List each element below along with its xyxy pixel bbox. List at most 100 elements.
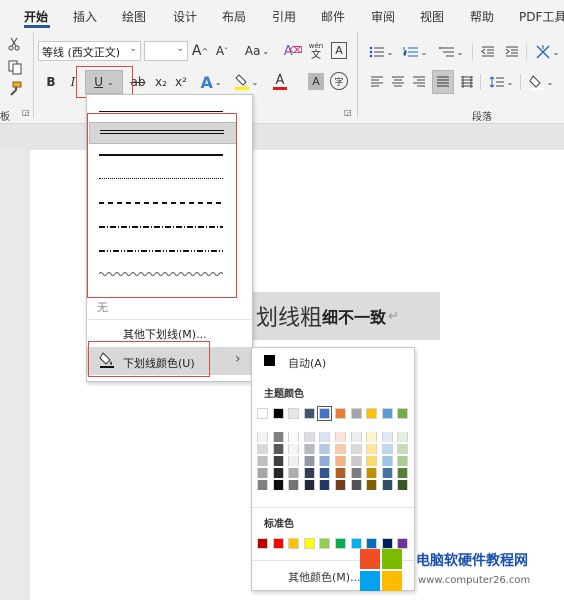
theme-shade-swatch[interactable] [335,480,346,490]
phonetic-guide-button[interactable]: wén 文 [306,38,326,64]
font-size-combo[interactable]: ⌄ [144,41,188,61]
theme-shade-swatch[interactable] [288,432,300,442]
theme-shade-swatch[interactable] [350,480,362,490]
numbering-button[interactable]: ⌄ [400,42,430,62]
standard-color-swatch[interactable] [272,538,284,549]
theme-shade-swatch[interactable] [257,480,268,490]
superscript-button[interactable]: x² [172,72,190,92]
theme-shade-swatch[interactable] [303,444,315,454]
theme-shade-swatch[interactable] [397,468,409,478]
theme-shade-swatch[interactable] [381,432,393,442]
theme-shade-swatch[interactable] [272,444,284,454]
theme-shade-swatch[interactable] [319,456,331,466]
underline-none-item[interactable]: 无 [87,295,252,319]
tab-mailings[interactable]: 邮件 [321,8,345,25]
tab-references[interactable]: 引用 [272,8,296,25]
theme-shade-swatch[interactable] [381,468,393,478]
bullets-button[interactable]: ⌄ [366,42,396,62]
theme-color-swatch[interactable] [303,408,315,419]
theme-shade-swatch[interactable] [335,444,346,454]
font-name-combo[interactable]: 等线 (西文正文) ⌄ [38,41,141,61]
clear-formatting-icon[interactable]: A ⌫ [284,41,303,61]
theme-shade-swatch[interactable] [350,456,362,466]
multilevel-list-button[interactable]: ⌄ [436,42,466,62]
line-spacing-button[interactable]: ⌄ [486,72,516,92]
theme-shade-swatch[interactable] [350,468,362,478]
theme-shade-swatch[interactable] [257,432,268,442]
theme-shade-swatch[interactable] [350,444,362,454]
tab-review[interactable]: 审阅 [371,8,395,25]
theme-color-swatch[interactable] [272,408,284,419]
tab-layout[interactable]: 布局 [222,8,246,25]
tab-view[interactable]: 视图 [420,8,444,25]
theme-shade-swatch[interactable] [319,480,331,490]
subscript-button[interactable]: x₂ [152,72,170,92]
theme-color-swatch[interactable] [335,408,346,419]
theme-color-swatch[interactable] [288,408,300,419]
theme-shade-swatch[interactable] [366,456,378,466]
enclose-characters-button[interactable]: 字 [330,72,348,90]
theme-shade-swatch[interactable] [257,468,268,478]
theme-shade-swatch[interactable] [303,456,315,466]
font-color-button[interactable]: A [266,71,294,93]
text-effects-button[interactable]: A ⌄ [198,71,224,93]
align-center-button[interactable] [389,72,407,92]
highlight-button[interactable]: ⌄ [232,71,260,93]
theme-shade-swatch[interactable] [397,444,409,454]
theme-shade-swatch[interactable] [366,468,378,478]
theme-shade-swatch[interactable] [272,480,284,490]
decrease-indent-button[interactable] [478,42,498,62]
standard-color-swatch[interactable] [257,538,268,549]
tab-home[interactable]: 开始 [24,8,48,25]
theme-shade-swatch[interactable] [288,444,300,454]
theme-color-swatch[interactable] [317,406,333,421]
standard-color-swatch[interactable] [319,538,331,549]
clipboard-launcher-icon[interactable]: ◲ [22,108,30,117]
character-shading-button[interactable]: A [308,73,324,90]
theme-color-swatch[interactable] [257,408,268,419]
standard-color-swatch[interactable] [303,538,315,549]
theme-shade-swatch[interactable] [272,432,284,442]
automatic-color-item[interactable]: 自动(A) [252,350,414,372]
tab-draw[interactable]: 绘图 [122,8,146,25]
font-launcher-icon[interactable]: ◲ [344,108,352,117]
standard-color-swatch[interactable] [288,538,300,549]
theme-shade-swatch[interactable] [381,444,393,454]
theme-shade-swatch[interactable] [319,444,331,454]
theme-color-swatch[interactable] [381,408,393,419]
theme-shade-swatch[interactable] [381,456,393,466]
theme-shade-swatch[interactable] [350,432,362,442]
justify-button[interactable] [432,70,454,94]
theme-color-swatch[interactable] [366,408,378,419]
theme-shade-swatch[interactable] [303,432,315,442]
standard-color-swatch[interactable] [335,538,346,549]
tab-pdf-tools[interactable]: PDF工具 [519,8,564,25]
theme-shade-swatch[interactable] [335,468,346,478]
document-selected-text[interactable]: 划线粗 细不一致 ↵ [252,292,440,340]
tab-insert[interactable]: 插入 [73,8,97,25]
theme-shade-swatch[interactable] [397,480,409,490]
theme-shade-swatch[interactable] [288,456,300,466]
chinese-layout-button[interactable]: ⌄ [532,42,562,62]
theme-shade-swatch[interactable] [257,456,268,466]
bold-button[interactable]: B [42,72,60,92]
increase-indent-button[interactable] [502,42,522,62]
theme-shade-swatch[interactable] [319,432,331,442]
tab-design[interactable]: 设计 [173,8,197,25]
cut-icon[interactable] [6,36,22,52]
format-painter-icon[interactable] [6,80,24,98]
theme-shade-swatch[interactable] [319,468,331,478]
theme-shade-swatch[interactable] [335,456,346,466]
change-case-button[interactable]: Aa ⌄ [244,41,270,61]
theme-shade-swatch[interactable] [366,444,378,454]
theme-shade-swatch[interactable] [288,468,300,478]
theme-shade-swatch[interactable] [366,480,378,490]
tab-help[interactable]: 帮助 [470,8,494,25]
theme-shade-swatch[interactable] [303,480,315,490]
theme-shade-swatch[interactable] [335,432,346,442]
theme-shade-swatch[interactable] [303,468,315,478]
copy-icon[interactable] [6,58,24,76]
paragraph-shading-button[interactable]: ⌄ [526,72,556,92]
theme-shade-swatch[interactable] [272,456,284,466]
theme-shade-swatch[interactable] [272,468,284,478]
